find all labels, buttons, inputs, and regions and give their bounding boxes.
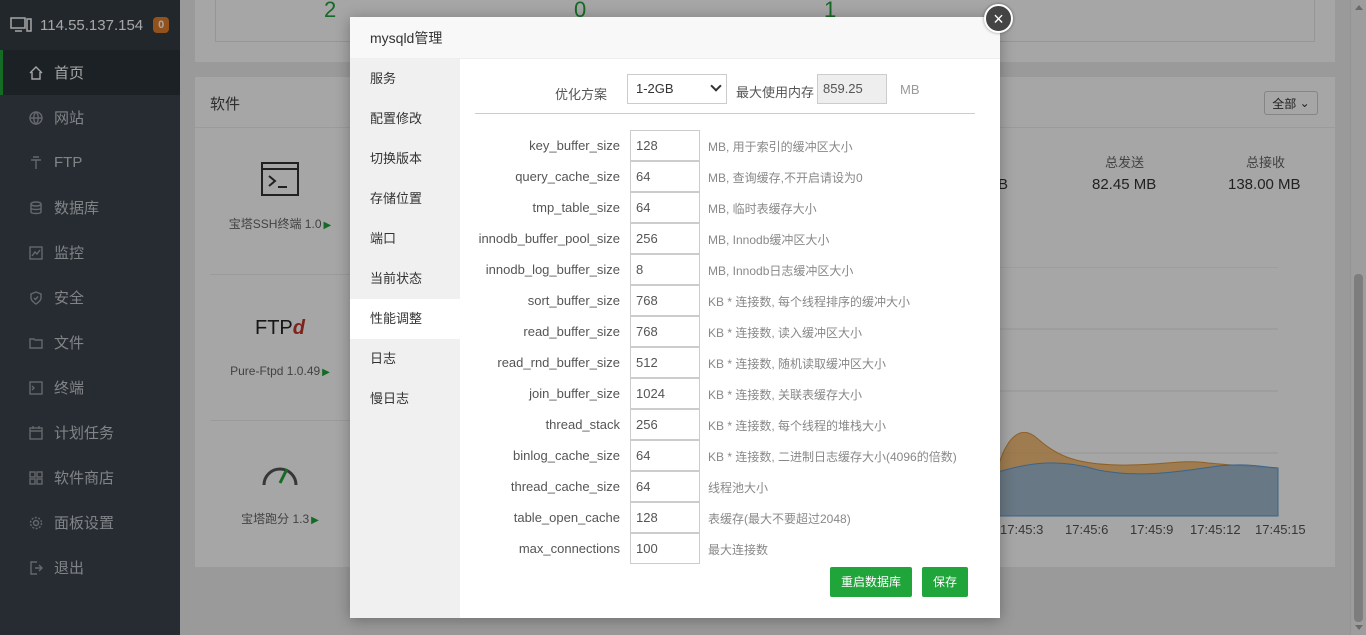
param-name: join_buffer_size xyxy=(529,386,620,401)
param-desc: KB * 连接数, 关联表缓存大小 xyxy=(708,388,863,402)
dialog-menu-item[interactable]: 日志 xyxy=(350,339,460,379)
param-desc: KB * 连接数, 每个线程的堆栈大小 xyxy=(708,419,887,433)
param-row: tmp_table_size 64 MB, 临时表缓存大小 xyxy=(460,192,1000,223)
chevron-down-icon xyxy=(710,80,722,92)
param-row: thread_stack 256 KB * 连接数, 每个线程的堆栈大小 xyxy=(460,409,1000,440)
restart-database-button[interactable]: 重启数据库 xyxy=(830,567,912,597)
max-memory-label: 最大使用内存 xyxy=(736,85,815,100)
param-name: innodb_buffer_pool_size xyxy=(478,231,620,246)
dialog-menu: 服务 配置修改 切换版本 存储位置 端口 当前状态 性能调整 日志 慢日志 xyxy=(350,59,460,618)
param-desc: 线程池大小 xyxy=(708,481,769,495)
param-input[interactable]: 256 xyxy=(630,223,700,254)
param-name: innodb_log_buffer_size xyxy=(485,262,620,277)
param-desc: MB, 查询缓存,不开启请设为0 xyxy=(708,171,863,185)
optimization-select[interactable]: 1-2GB xyxy=(627,74,727,104)
param-desc: MB, Innodb日志缓冲区大小 xyxy=(708,264,854,278)
param-input[interactable]: 128 xyxy=(630,502,700,533)
param-input[interactable]: 768 xyxy=(630,285,700,316)
param-name: tmp_table_size xyxy=(532,200,620,215)
param-row: read_rnd_buffer_size 512 KB * 连接数, 随机读取缓冲区… xyxy=(460,347,1000,378)
dialog-menu-item[interactable]: 切换版本 xyxy=(350,139,460,179)
param-name: query_cache_size xyxy=(515,169,620,184)
param-row: table_open_cache 128 表缓存(最大不要超过2048) xyxy=(460,502,1000,533)
param-name: table_open_cache xyxy=(513,510,620,525)
param-desc: KB * 连接数, 每个线程排序的缓冲大小 xyxy=(708,295,911,309)
mysqld-dialog: mysqld管理 服务 配置修改 切换版本 存储位置 端口 当前状态 性能调整 日志 慢日志 优… xyxy=(350,17,1000,618)
dialog-menu-item[interactable]: 端口 xyxy=(350,219,460,259)
param-input[interactable]: 512 xyxy=(630,347,700,378)
close-icon[interactable]: × xyxy=(984,4,1013,33)
performance-tuning-pane: 优化方案 1-2GB 最大使用内存 859.25 MB key_buffer_s… xyxy=(460,59,1000,618)
dialog-menu-item[interactable]: 性能调整 xyxy=(350,299,460,339)
param-desc: KB * 连接数, 随机读取缓冲区大小 xyxy=(708,357,887,371)
param-name: thread_stack xyxy=(545,417,620,432)
dialog-menu-item[interactable]: 服务 xyxy=(350,59,460,99)
param-row: sort_buffer_size 768 KB * 连接数, 每个线程排序的缓冲大小 xyxy=(460,285,1000,316)
param-input[interactable]: 100 xyxy=(630,533,700,564)
dialog-menu-item[interactable]: 当前状态 xyxy=(350,259,460,299)
param-name: read_rnd_buffer_size xyxy=(497,355,620,370)
param-name: key_buffer_size xyxy=(529,138,620,153)
dialog-menu-item[interactable]: 慢日志 xyxy=(350,379,460,419)
param-input[interactable]: 256 xyxy=(630,409,700,440)
param-row: innodb_log_buffer_size 8 MB, Innodb日志缓冲区大小 xyxy=(460,254,1000,285)
param-input[interactable]: 1024 xyxy=(630,378,700,409)
param-row: binlog_cache_size 64 KB * 连接数, 二进制日志缓存大小(4… xyxy=(460,440,1000,471)
dialog-menu-item[interactable]: 存储位置 xyxy=(350,179,460,219)
max-memory-unit: MB xyxy=(900,82,920,97)
optimization-label: 优化方案 xyxy=(555,87,608,102)
param-desc: 表缓存(最大不要超过2048) xyxy=(708,512,851,526)
param-desc: MB, 用于索引的缓冲区大小 xyxy=(708,140,853,154)
param-desc: KB * 连接数, 二进制日志缓存大小(4096的倍数) xyxy=(708,450,957,464)
param-input[interactable]: 8 xyxy=(630,254,700,285)
param-name: thread_cache_size xyxy=(510,479,620,494)
param-name: binlog_cache_size xyxy=(513,448,620,463)
param-row: innodb_buffer_pool_size 256 MB, Innodb缓冲区大… xyxy=(460,223,1000,254)
param-input[interactable]: 64 xyxy=(630,471,700,502)
param-row: thread_cache_size 64 线程池大小 xyxy=(460,471,1000,502)
param-desc: KB * 连接数, 读入缓冲区大小 xyxy=(708,326,863,340)
dialog-title: mysqld管理 xyxy=(350,17,1000,59)
param-input[interactable]: 64 xyxy=(630,440,700,471)
param-name: read_buffer_size xyxy=(523,324,620,339)
param-input[interactable]: 64 xyxy=(630,192,700,223)
param-row: key_buffer_size 128 MB, 用于索引的缓冲区大小 xyxy=(460,130,1000,161)
param-desc: MB, 临时表缓存大小 xyxy=(708,202,817,216)
param-name: sort_buffer_size xyxy=(527,293,620,308)
param-row: max_connections 100 最大连接数 xyxy=(460,533,1000,564)
optimization-row: 优化方案 1-2GB 最大使用内存 859.25 MB xyxy=(475,74,975,114)
param-name: max_connections xyxy=(518,541,620,556)
param-input[interactable]: 128 xyxy=(630,130,700,161)
param-input[interactable]: 64 xyxy=(630,161,700,192)
param-row: query_cache_size 64 MB, 查询缓存,不开启请设为0 xyxy=(460,161,1000,192)
param-row: read_buffer_size 768 KB * 连接数, 读入缓冲区大小 xyxy=(460,316,1000,347)
optimization-select-value: 1-2GB xyxy=(636,81,674,96)
param-desc: 最大连接数 xyxy=(708,543,769,557)
param-input[interactable]: 768 xyxy=(630,316,700,347)
dialog-menu-item[interactable]: 配置修改 xyxy=(350,99,460,139)
param-row: join_buffer_size 1024 KB * 连接数, 关联表缓存大小 xyxy=(460,378,1000,409)
param-desc: MB, Innodb缓冲区大小 xyxy=(708,233,830,247)
save-button[interactable]: 保存 xyxy=(922,567,968,597)
max-memory-field: 859.25 xyxy=(817,74,887,104)
